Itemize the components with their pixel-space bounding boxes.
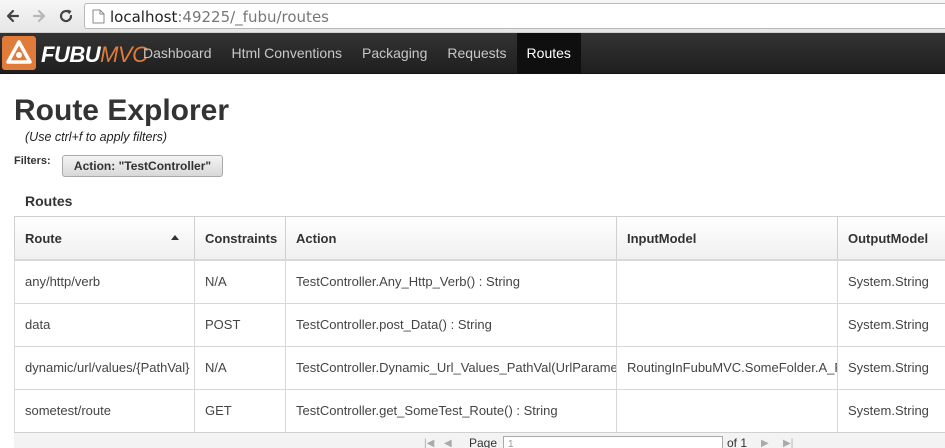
fubumvc-logo[interactable]: FUBUMVC: [0, 33, 148, 74]
reload-button[interactable]: [55, 5, 77, 27]
table-header-row: Route Constraints Action InputModel Outp…: [14, 217, 945, 261]
address-bar[interactable]: localhost:49225/_fubu/routes: [84, 3, 945, 29]
column-header-inputmodel[interactable]: InputModel: [616, 217, 838, 261]
page-count-label: of 1: [727, 436, 748, 448]
cell-inputmodel: [616, 303, 838, 347]
nav-dashboard[interactable]: Dashboard: [133, 33, 222, 74]
forward-arrow-icon: [32, 9, 46, 23]
cell-inputmodel: RoutingInFubuMVC.SomeFolder.A_F: [616, 346, 838, 390]
column-header-route[interactable]: Route: [14, 217, 195, 261]
sort-ascending-icon: [171, 235, 179, 240]
back-arrow-icon: [6, 9, 20, 23]
page-title: Route Explorer: [14, 94, 230, 127]
next-page-icon[interactable]: ▶: [761, 438, 775, 448]
cell-route: any/http/verb: [14, 260, 195, 304]
cell-action: TestController.Dynamic_Url_Values_PathVa…: [285, 346, 617, 390]
cell-outputmodel: System.String: [837, 346, 945, 390]
cell-route: dynamic/url/values/{PathVal}: [14, 346, 195, 390]
nav-routes[interactable]: Routes: [516, 33, 581, 74]
cell-constraints: N/A: [194, 260, 286, 304]
filter-chip-button[interactable]: Action: "TestController": [62, 155, 223, 177]
cell-inputmodel: [616, 389, 838, 433]
first-page-icon[interactable]: |◀: [424, 438, 438, 448]
app-navbar: FUBUMVC Dashboard Html Conventions Packa…: [0, 33, 945, 74]
page-icon: [92, 9, 105, 24]
filters-label: Filters:: [14, 155, 51, 167]
prev-page-icon[interactable]: ◀: [444, 438, 458, 448]
column-header-outputmodel[interactable]: OutputModel: [837, 217, 945, 261]
routes-section-title: Routes: [25, 193, 73, 209]
page-subtitle: (Use ctrl+f to apply filters): [25, 130, 168, 144]
table-row[interactable]: data POST TestController.post_Data() : S…: [14, 303, 945, 347]
nav-packaging[interactable]: Packaging: [352, 33, 437, 74]
nav-html-conventions[interactable]: Html Conventions: [222, 33, 353, 74]
logo-mark-icon: [2, 36, 36, 70]
cell-route: data: [14, 303, 195, 347]
cell-inputmodel: [616, 260, 838, 304]
cell-action: TestController.post_Data() : String: [285, 303, 617, 347]
cell-outputmodel: System.String: [837, 260, 945, 304]
table-row[interactable]: any/http/verb N/A TestController.Any_Htt…: [14, 260, 945, 304]
forward-button[interactable]: [28, 5, 50, 27]
pager: |◀ ◀ Page of 1 ▶ ▶|: [416, 433, 834, 448]
main-nav: Dashboard Html Conventions Packaging Req…: [133, 33, 581, 74]
table-row[interactable]: dynamic/url/values/{PathVal} N/A TestCon…: [14, 346, 945, 390]
cell-constraints: N/A: [194, 346, 286, 390]
cell-route: sometest/route: [14, 389, 195, 433]
nav-requests[interactable]: Requests: [437, 33, 516, 74]
page-label: Page: [469, 436, 498, 448]
routes-table: Route Constraints Action InputModel Outp…: [14, 216, 945, 433]
back-button[interactable]: [2, 5, 24, 27]
page-number-input[interactable]: [503, 436, 723, 448]
cell-action: TestController.Any_Http_Verb() : String: [285, 260, 617, 304]
browser-toolbar: localhost:49225/_fubu/routes: [0, 0, 945, 33]
table-row[interactable]: sometest/route GET TestController.get_So…: [14, 389, 945, 433]
column-header-constraints[interactable]: Constraints: [194, 217, 286, 261]
url-text: localhost:49225/_fubu/routes: [110, 8, 329, 26]
column-header-action[interactable]: Action: [285, 217, 617, 261]
cell-outputmodel: System.String: [837, 303, 945, 347]
logo-fubu-text: FUBU: [41, 42, 101, 67]
last-page-icon[interactable]: ▶|: [783, 438, 797, 448]
reload-icon: [59, 9, 73, 23]
cell-outputmodel: System.String: [837, 389, 945, 433]
cell-constraints: POST: [194, 303, 286, 347]
cell-action: TestController.get_SomeTest_Route() : St…: [285, 389, 617, 433]
cell-constraints: GET: [194, 389, 286, 433]
